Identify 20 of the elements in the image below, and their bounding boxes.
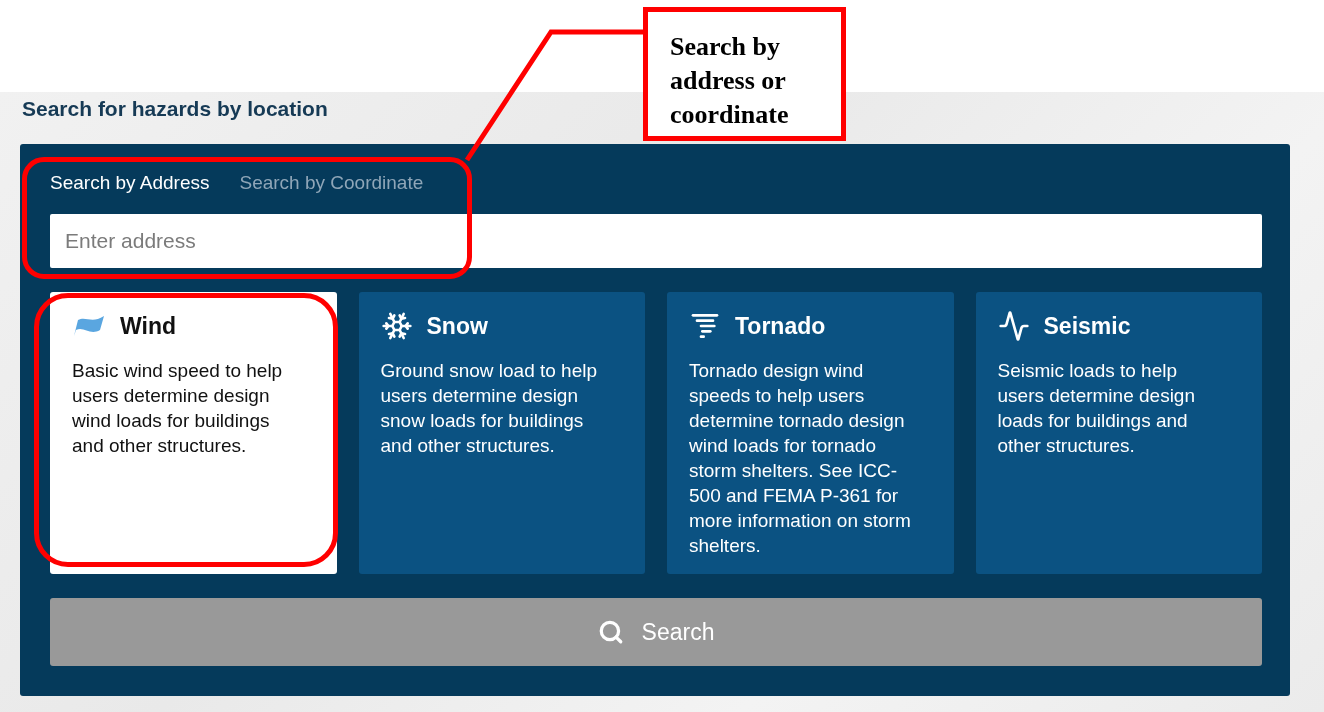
search-tab[interactable]: Search by Address (50, 170, 210, 196)
page-heading: Search for hazards by location (22, 98, 328, 120)
hazard-card[interactable]: Tornado Tornado design wind speeds to help users determine tornado design wind loads for tornado storm shelters. See ICC-500 and FEMA P-361 for more information on storm shelters. (667, 292, 954, 574)
annotation-callout: Search by address or coordinate (643, 7, 846, 141)
hazard-description: Tornado design wind speeds to help users determine tornado design wind loads for tornado storm shelters. See ICC-500 and FEMA P-361 for more information on storm shelters. (689, 359, 912, 558)
snowflake-icon (380, 310, 413, 342)
hazard-card[interactable]: Snow Ground snow load to help users determine design snow loads for buildings and other structures. (358, 292, 645, 574)
hazard-description: Basic wind speed to help users determine design wind loads for buildings and other structures. (72, 359, 284, 458)
search-icon (597, 619, 624, 645)
seismograph-icon (997, 310, 1030, 342)
hazard-card[interactable]: Wind Basic wind speed to help users determine design wind loads for buildings and other structures. (50, 292, 337, 574)
address-field[interactable]: Enter address (50, 214, 1262, 268)
search-tab[interactable]: Search by Coordinate (239, 170, 424, 196)
hazard-title: Seismic (1043, 312, 1131, 340)
hazard-description: Ground snow load to help users determine design snow loads for buildings and other structures. (380, 359, 599, 458)
hazard-card[interactable]: Seismic Seismic loads to help users determine design loads for buildings and other structures. (975, 292, 1262, 574)
hazard-description: Seismic loads to help users determine design loads for buildings and other structures. (997, 359, 1196, 458)
hazard-title: Snow (426, 312, 488, 340)
hazard-title: Wind (120, 312, 176, 340)
hazard-title: Tornado (735, 312, 826, 340)
